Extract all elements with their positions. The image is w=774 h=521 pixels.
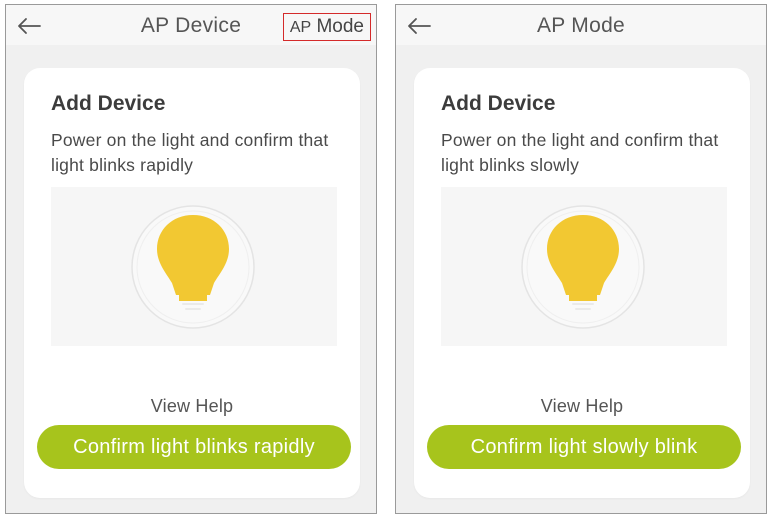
view-help-link[interactable]: View Help [24,396,360,417]
top-bar: AP Mode [396,5,766,45]
bulb-illustration [51,187,337,346]
confirm-blinks-slowly-button[interactable]: Confirm light slowly blink [427,425,741,469]
page-title: AP Mode [536,14,626,37]
screen-ap-mode: AP Mode Add Device Power on the light an… [395,4,767,514]
mode-label: Mode [316,16,364,37]
confirm-blinks-rapidly-button[interactable]: Confirm light blinks rapidly [37,425,351,469]
add-device-card: Add Device Power on the light and confir… [414,68,750,498]
bulb-illustration [441,187,727,346]
top-bar: AP Device AP Mode [6,5,376,45]
card-description: Power on the light and confirm that ligh… [51,130,329,175]
light-bulb-icon [521,205,645,329]
view-help-link[interactable]: View Help [414,396,750,417]
card-title: Add Device [441,92,556,115]
card-description: Power on the light and confirm that ligh… [441,130,719,175]
mode-prefix: AP [289,19,312,36]
ap-mode-button[interactable]: AP Mode [282,13,371,41]
card-title: Add Device [51,92,166,115]
screen-ap-device: AP Device AP Mode Add Device Power on th… [5,4,377,514]
add-device-card: Add Device Power on the light and confir… [24,68,360,498]
light-bulb-icon [131,205,255,329]
